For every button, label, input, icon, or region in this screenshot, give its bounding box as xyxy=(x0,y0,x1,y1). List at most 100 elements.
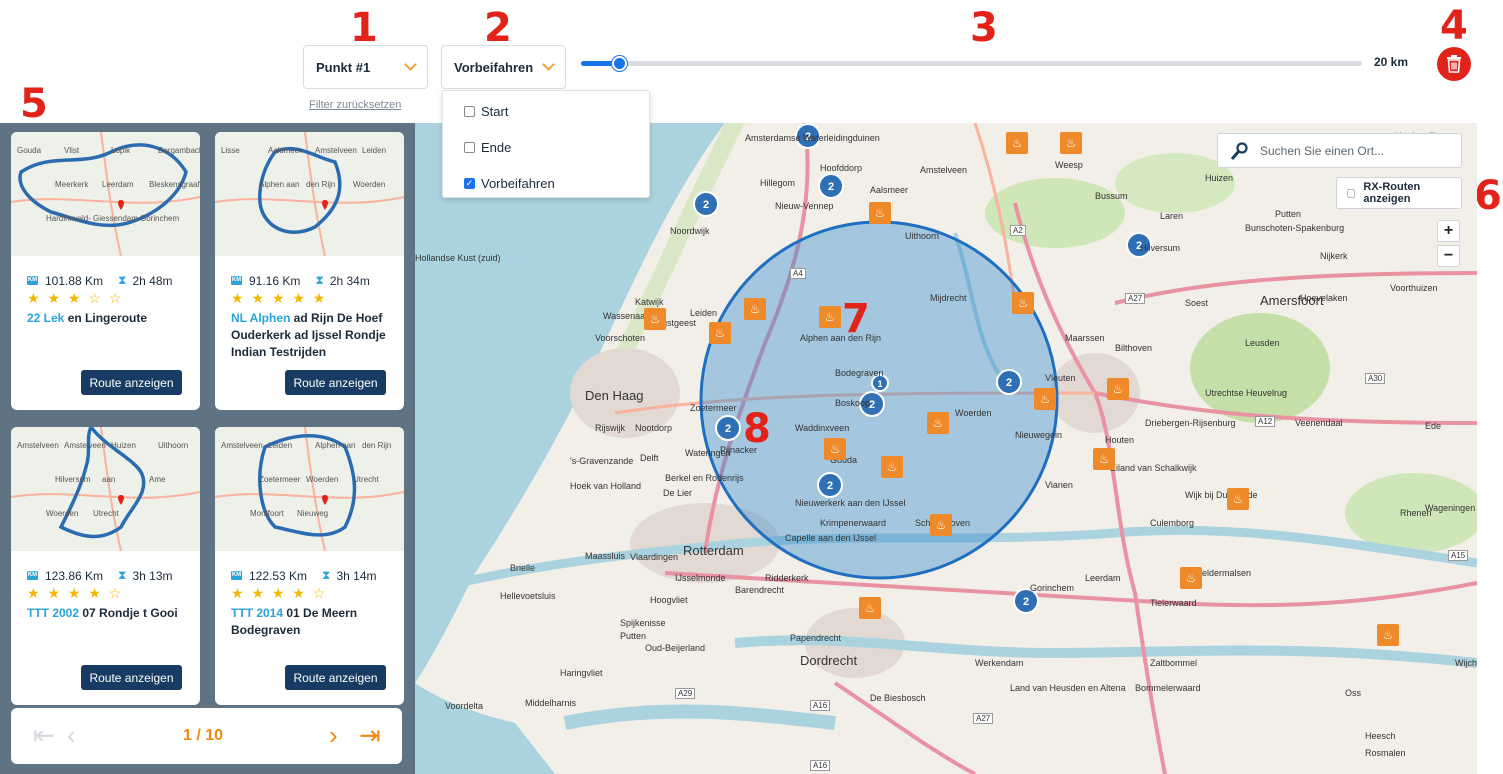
map-place-label: Zoetermeer xyxy=(690,403,737,413)
ride-marker-icon[interactable]: ♨ xyxy=(1377,624,1399,646)
route-card[interactable]: Amstelveen Leiden Alphen aan den Rijn Zoeter… xyxy=(215,427,404,705)
show-route-button[interactable]: Route anzeigen xyxy=(285,665,386,690)
route-map-thumbnail[interactable]: Gouda Vlist Lopik Bergambacht Meerkerk Leerda… xyxy=(11,132,200,256)
route-title[interactable]: 22 Lek en Lingeroute xyxy=(27,310,188,327)
first-page-icon[interactable]: ⇤ xyxy=(33,722,55,748)
ride-marker-icon[interactable]: ♨ xyxy=(1107,378,1129,400)
ride-marker-icon[interactable]: ♨ xyxy=(927,412,949,434)
ride-marker-icon[interactable]: ♨ xyxy=(644,308,666,330)
cluster-marker[interactable]: 2 xyxy=(693,191,719,217)
trash-icon xyxy=(1447,55,1461,73)
map-place-label: Papendrecht xyxy=(790,633,842,643)
thumb-map-label: Woerden xyxy=(353,180,386,189)
prev-page-icon[interactable]: ‹ xyxy=(67,722,76,748)
ride-marker-icon[interactable]: ♨ xyxy=(824,438,846,460)
chevron-down-icon xyxy=(542,58,555,71)
ride-marker-icon[interactable]: ♨ xyxy=(859,597,881,619)
ride-marker-icon[interactable]: ♨ xyxy=(744,298,766,320)
road-shield: A16 xyxy=(810,760,831,771)
radius-slider-handle[interactable] xyxy=(612,56,627,71)
ride-marker-icon[interactable]: ♨ xyxy=(819,306,841,328)
route-map-thumbnail[interactable]: Amstelveen Amstelveen Huizen Uithoorn Hilver… xyxy=(11,427,200,551)
annotation-7: 7 xyxy=(842,296,870,342)
ride-marker-icon[interactable]: ♨ xyxy=(881,456,903,478)
thumb-map-label: Uithoorn xyxy=(158,441,189,450)
map-place-label: Hellevoetsluis xyxy=(500,591,556,601)
ride-marker-icon[interactable]: ♨ xyxy=(1227,488,1249,510)
place-search-placeholder: Suchen Sie einen Ort... xyxy=(1260,143,1385,158)
annotation-6: 6 xyxy=(1474,173,1502,219)
mode-select[interactable]: Vorbeifahren xyxy=(441,45,566,89)
cluster-marker[interactable]: 2 xyxy=(818,173,844,199)
map-place-label: Bunschoten-Spakenburg xyxy=(1245,223,1345,233)
route-card[interactable]: Amstelveen Amstelveen Huizen Uithoorn Hilver… xyxy=(11,427,200,705)
thumb-map-label: aan xyxy=(102,475,116,484)
map-place-label: Leusden xyxy=(1245,338,1280,348)
ride-marker-icon[interactable]: ♨ xyxy=(709,322,731,344)
cluster-marker[interactable]: 2 xyxy=(996,369,1022,395)
route-rating: ★ ★ ★ ★ ☆ xyxy=(231,585,328,601)
thumb-map-label: Bergambacht xyxy=(158,146,200,155)
ride-marker-icon[interactable]: ♨ xyxy=(1093,448,1115,470)
map-place-label: Den Haag xyxy=(585,388,644,403)
map-place-label: Driebergen-Rijsenburg xyxy=(1145,418,1236,428)
map-place-label: Nieuwegein xyxy=(1015,430,1063,440)
mode-option-pass[interactable]: ✓ Vorbeifahren xyxy=(443,165,649,201)
rx-routes-checkbox[interactable] xyxy=(1347,188,1356,198)
map-place-label: Vlaardingen xyxy=(630,552,679,562)
place-search-input[interactable]: Suchen Sie einen Ort... xyxy=(1217,133,1462,168)
last-page-icon[interactable]: ⇥ xyxy=(359,722,381,748)
route-card[interactable]: Lisse Aalsmeer Amstelveen Leiden Alphen aan d… xyxy=(215,132,404,410)
ride-marker-icon[interactable]: ♨ xyxy=(1034,388,1056,410)
mode-option-end[interactable]: Ende xyxy=(443,129,649,165)
ride-marker-icon[interactable]: ♨ xyxy=(1180,567,1202,589)
map-place-label: Putten xyxy=(620,631,647,641)
ride-marker-icon[interactable]: ♨ xyxy=(1060,132,1082,154)
road-shield: A15 xyxy=(1448,550,1469,561)
zoom-in-button[interactable]: + xyxy=(1437,220,1460,242)
pass-checkbox[interactable]: ✓ xyxy=(464,177,475,189)
rx-routes-toggle[interactable]: RX-Routen anzeigen xyxy=(1336,177,1462,209)
show-route-button[interactable]: Route anzeigen xyxy=(81,370,182,395)
reset-filter-link[interactable]: Filter zurücksetzen xyxy=(309,99,401,111)
show-route-button[interactable]: Route anzeigen xyxy=(285,370,386,395)
route-map-thumbnail[interactable]: Amstelveen Leiden Alphen aan den Rijn Zoeter… xyxy=(215,427,404,551)
point-select[interactable]: Punkt #1 xyxy=(303,45,428,89)
map-place-label: Vleuten xyxy=(1045,373,1076,383)
cluster-marker[interactable]: 2 xyxy=(817,472,843,498)
delete-button[interactable] xyxy=(1437,47,1471,81)
ride-marker-icon[interactable]: ♨ xyxy=(930,514,952,536)
route-rating: ★ ★ ★ ☆ ☆ xyxy=(27,290,124,306)
mode-select-value: Vorbeifahren xyxy=(454,59,534,75)
radius-slider-track[interactable] xyxy=(581,61,1362,66)
route-stats: KM 101.88 Km ⧗ 2h 48m xyxy=(27,273,200,288)
map-view[interactable]: 2222122222 Amsterdamse Waterleidingduine… xyxy=(415,123,1477,774)
start-checkbox[interactable] xyxy=(464,105,475,117)
route-title-highlight: 22 Lek xyxy=(27,311,65,325)
route-title[interactable]: NL Alphen ad Rijn De Hoef Ouderkerk ad I… xyxy=(231,310,392,361)
zoom-out-button[interactable]: − xyxy=(1437,245,1460,267)
route-title[interactable]: TTT 2002 07 Rondje t Gooi xyxy=(27,605,188,622)
ride-marker-icon[interactable]: ♨ xyxy=(1012,292,1034,314)
road-shield: A27 xyxy=(1125,293,1146,304)
road-shield: A12 xyxy=(1255,416,1276,427)
pagination: ⇤ ‹ 1 / 10 › ⇥ xyxy=(11,708,402,764)
thumb-map-label: Leiden xyxy=(268,441,293,450)
thumb-map-label: Hardinxveld- xyxy=(46,214,91,223)
ride-marker-icon[interactable]: ♨ xyxy=(1006,132,1028,154)
map-place-label: Bilthoven xyxy=(1115,343,1153,353)
route-map-thumbnail[interactable]: Lisse Aalsmeer Amstelveen Leiden Alphen aan d… xyxy=(215,132,404,256)
show-route-button[interactable]: Route anzeigen xyxy=(81,665,182,690)
ride-marker-icon[interactable]: ♨ xyxy=(869,202,891,224)
route-card[interactable]: Gouda Vlist Lopik Bergambacht Meerkerk Leerda… xyxy=(11,132,200,410)
mode-option-start[interactable]: Start xyxy=(443,93,649,129)
route-title[interactable]: TTT 2014 01 De Meern Bodegraven xyxy=(231,605,392,639)
end-checkbox[interactable] xyxy=(464,141,475,153)
next-page-icon[interactable]: › xyxy=(329,722,338,748)
map-place-label: Aalsmeer xyxy=(870,185,909,195)
river xyxy=(563,704,836,730)
map-place-label: Spijkenisse xyxy=(620,618,666,628)
map-place-label: Mijdrecht xyxy=(930,293,967,303)
thumb-map-label: Gouda xyxy=(17,146,42,155)
cluster-marker[interactable]: 2 xyxy=(715,415,741,441)
